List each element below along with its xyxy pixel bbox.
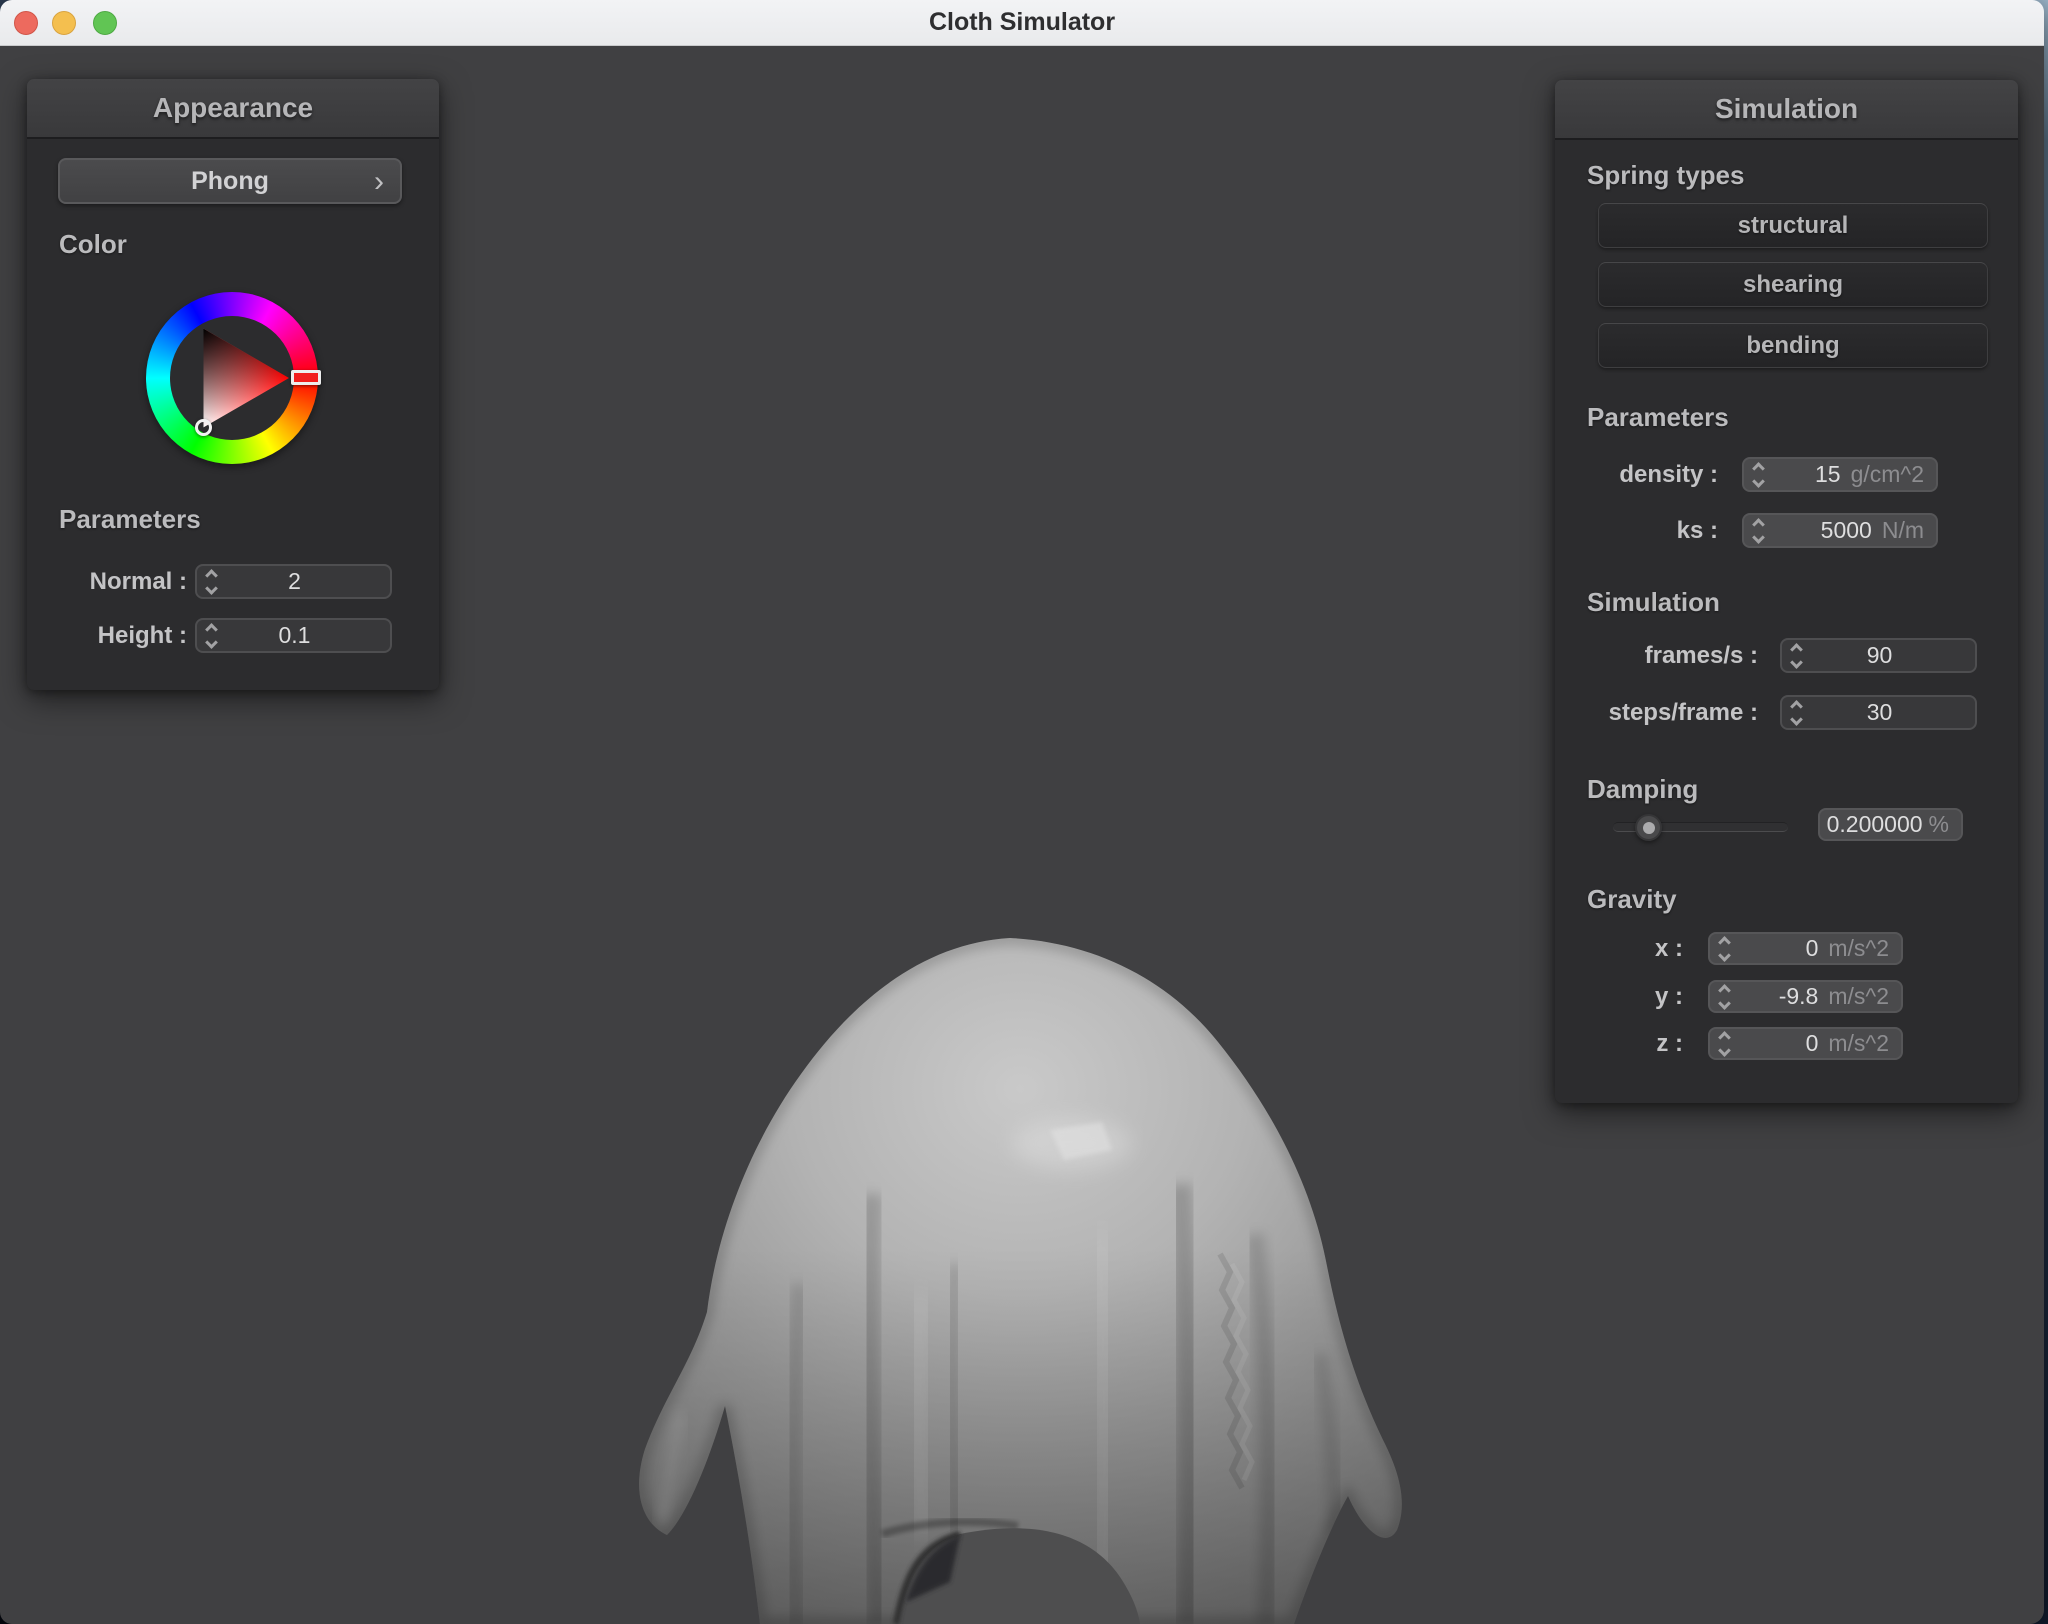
height-value: 0.1 xyxy=(278,622,311,648)
simulation-parameters-label: Parameters xyxy=(1587,402,1729,432)
close-button[interactable] xyxy=(14,11,38,35)
density-unit: g/cm^2 xyxy=(1850,461,1924,487)
height-spinbox[interactable]: 0.1 xyxy=(195,618,392,653)
gravity-x-spinbox[interactable]: 0 m/s^2 xyxy=(1708,932,1903,965)
stepper-down-icon[interactable] xyxy=(1751,530,1765,544)
spring-button-label: bending xyxy=(1746,331,1840,359)
hue-selector[interactable] xyxy=(291,370,321,385)
gravity-x-unit: m/s^2 xyxy=(1828,935,1889,961)
stepper-up-icon[interactable] xyxy=(1751,461,1765,475)
damping-slider-knob[interactable] xyxy=(1635,814,1662,841)
spring-button-label: shearing xyxy=(1742,270,1844,298)
stepper[interactable] xyxy=(197,568,225,595)
appearance-parameters-label: Parameters xyxy=(59,504,201,534)
color-section-label: Color xyxy=(59,229,127,259)
simulation-panel: Simulation Spring types structural shear… xyxy=(1555,80,2018,1103)
frames-spinbox[interactable]: 90 xyxy=(1780,638,1977,673)
ks-label: ks : xyxy=(1676,517,1718,544)
saturation-value-selector[interactable] xyxy=(195,419,212,436)
cloth-render xyxy=(639,938,1402,1624)
frames-value: 90 xyxy=(1866,642,1893,668)
stepper-down-icon[interactable] xyxy=(1789,655,1803,669)
gravity-y-value: -9.8 xyxy=(1778,983,1819,1009)
app-window: Cloth Simulator Appearance Phong › Color… xyxy=(0,0,2044,1624)
stepper[interactable] xyxy=(1710,983,1738,1010)
shader-select-button[interactable]: Phong › xyxy=(58,158,402,204)
stepper[interactable] xyxy=(1744,517,1772,544)
steps-value: 30 xyxy=(1866,699,1893,725)
stepper-down-icon[interactable] xyxy=(204,581,218,595)
gravity-section-label: Gravity xyxy=(1587,884,1677,914)
simulation-panel-title: Simulation xyxy=(1714,93,1859,124)
ks-value: 5000 xyxy=(1820,517,1872,543)
desktop: { "titlebar": { "title": "Cloth Simulato… xyxy=(0,0,2048,1624)
damping-value: 0.200000 xyxy=(1826,811,1923,837)
stepper-up-icon[interactable] xyxy=(1717,1030,1731,1044)
steps-spinbox[interactable]: 30 xyxy=(1780,695,1977,730)
spring-button-shearing[interactable]: shearing xyxy=(1598,262,1988,307)
ks-unit: N/m xyxy=(1881,517,1924,543)
density-label: density : xyxy=(1619,461,1718,488)
normal-label: Normal : xyxy=(89,568,187,595)
stepper-up-icon[interactable] xyxy=(204,568,218,582)
frames-label: frames/s : xyxy=(1644,642,1758,669)
shader-select-label: Phong xyxy=(191,166,269,195)
steps-label: steps/frame : xyxy=(1608,699,1758,726)
gravity-y-label: y : xyxy=(1654,983,1683,1010)
chevron-right-icon: › xyxy=(374,165,384,198)
stepper-down-icon[interactable] xyxy=(1717,948,1731,962)
gravity-z-spinbox[interactable]: 0 m/s^2 xyxy=(1708,1027,1903,1060)
appearance-panel-title: Appearance xyxy=(152,92,314,123)
stepper-down-icon[interactable] xyxy=(1717,996,1731,1010)
titlebar[interactable]: Cloth Simulator xyxy=(0,0,2044,46)
zoom-button[interactable] xyxy=(93,11,117,35)
density-value: 15 xyxy=(1814,461,1841,487)
stepper-up-icon[interactable] xyxy=(1789,642,1803,656)
gravity-z-value: 0 xyxy=(1805,1030,1819,1056)
spring-button-label: structural xyxy=(1737,211,1849,239)
damping-unit: % xyxy=(1928,811,1949,837)
damping-slider-knob-dot xyxy=(1642,821,1655,834)
stepper[interactable] xyxy=(1782,642,1810,669)
simulation-panel-header: Simulation xyxy=(1555,80,2018,140)
height-label: Height : xyxy=(97,622,187,649)
color-wheel xyxy=(146,292,321,464)
stepper[interactable] xyxy=(1744,461,1772,488)
normal-value: 2 xyxy=(288,568,301,594)
stepper-up-icon[interactable] xyxy=(1717,983,1731,997)
stepper-up-icon[interactable] xyxy=(1751,517,1765,531)
gravity-x-value: 0 xyxy=(1805,935,1819,961)
stepper[interactable] xyxy=(1782,699,1810,726)
gravity-y-unit: m/s^2 xyxy=(1828,983,1889,1009)
stepper-up-icon[interactable] xyxy=(1789,699,1803,713)
spring-button-structural[interactable]: structural xyxy=(1598,203,1988,248)
stepper[interactable] xyxy=(197,622,225,649)
spring-button-bending[interactable]: bending xyxy=(1598,323,1988,368)
normal-spinbox[interactable]: 2 xyxy=(195,564,392,599)
stepper-down-icon[interactable] xyxy=(1789,712,1803,726)
stepper-down-icon[interactable] xyxy=(1717,1043,1731,1057)
stepper[interactable] xyxy=(1710,1030,1738,1057)
appearance-panel-header: Appearance xyxy=(27,79,439,139)
minimize-button[interactable] xyxy=(52,11,76,35)
stepper-down-icon[interactable] xyxy=(1751,474,1765,488)
gravity-x-label: x : xyxy=(1654,935,1683,962)
gravity-y-spinbox[interactable]: -9.8 m/s^2 xyxy=(1708,980,1903,1013)
ks-spinbox[interactable]: 5000 N/m xyxy=(1742,513,1938,548)
damping-section-label: Damping xyxy=(1587,774,1699,804)
simulation-section-label: Simulation xyxy=(1587,587,1720,617)
spring-types-label: Spring types xyxy=(1587,160,1745,190)
window-title: Cloth Simulator xyxy=(928,8,1116,36)
density-spinbox[interactable]: 15 g/cm^2 xyxy=(1742,457,1938,492)
gravity-z-label: z : xyxy=(1656,1030,1683,1057)
stepper-up-icon[interactable] xyxy=(204,622,218,636)
stepper[interactable] xyxy=(1710,935,1738,962)
damping-valuebox[interactable]: 0.200000 % xyxy=(1818,808,1963,841)
gravity-z-unit: m/s^2 xyxy=(1828,1030,1889,1056)
stepper-up-icon[interactable] xyxy=(1717,935,1731,949)
appearance-panel: Appearance Phong › Color Parameters Norm… xyxy=(27,79,439,690)
stepper-down-icon[interactable] xyxy=(204,635,218,649)
